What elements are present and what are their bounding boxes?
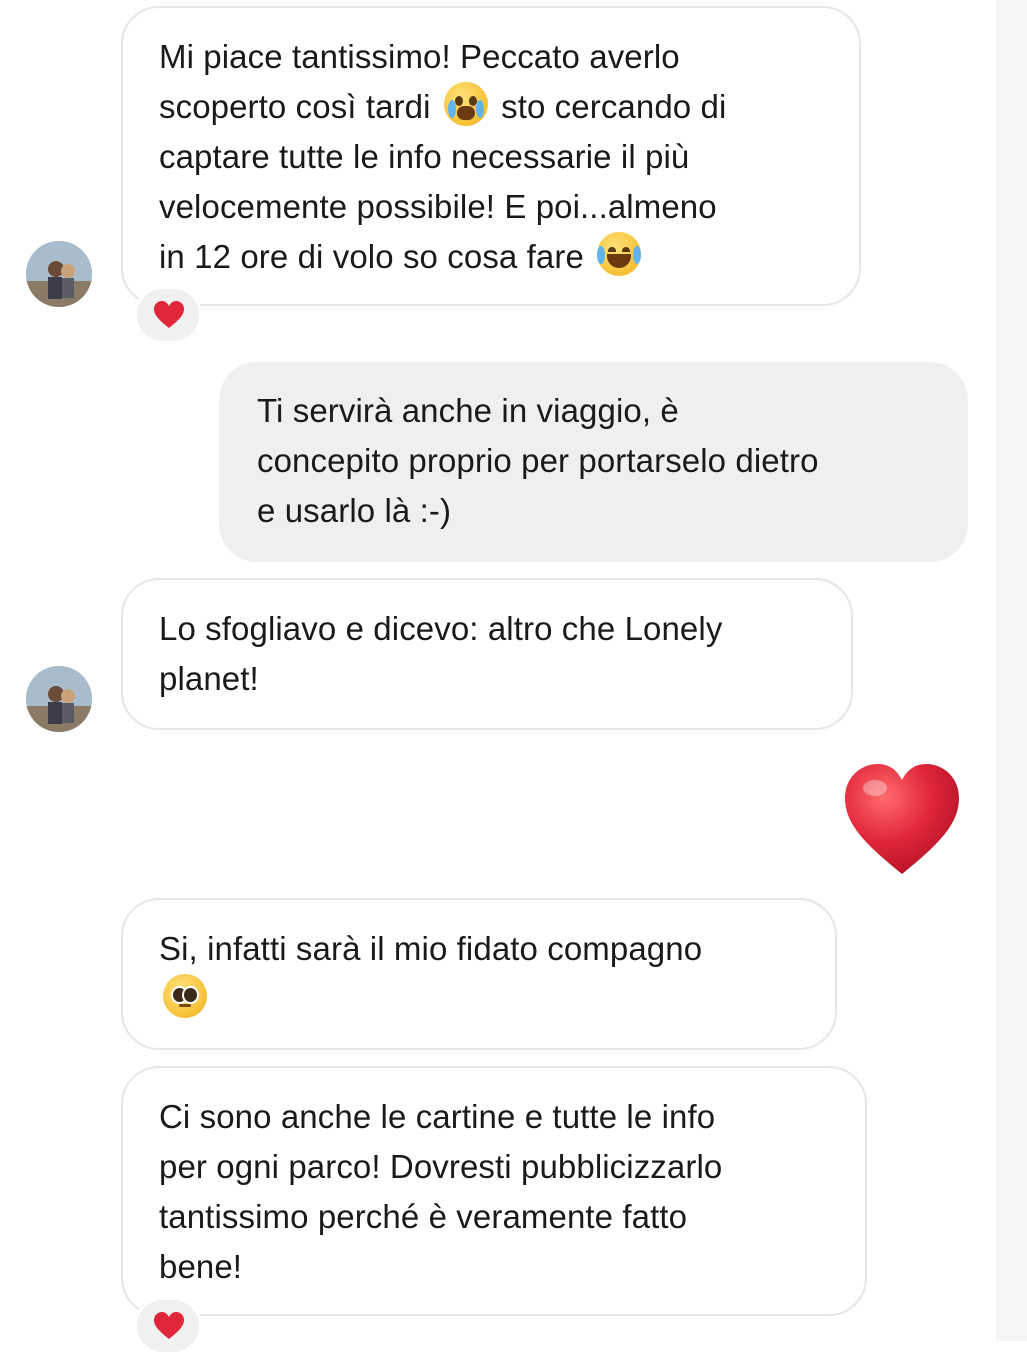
message-bubble-incoming[interactable]: Mi piace tantissimo! Peccato averlo scop…: [121, 6, 861, 306]
message-bubble-incoming[interactable]: Si, infatti sarà il mio fidato compagno: [121, 898, 837, 1050]
loudly-crying-face-icon: [443, 82, 488, 126]
red-heart-icon: [154, 1312, 184, 1339]
message-line: [159, 974, 815, 1024]
message-bubble-incoming[interactable]: Ci sono anche le cartine e tutte le info…: [121, 1066, 867, 1316]
message-bubble-outgoing[interactable]: Ti servirà anche in viaggio, è concepito…: [219, 362, 968, 562]
contact-avatar[interactable]: [26, 666, 92, 732]
message-bubble-incoming[interactable]: Lo sfogliavo e dicevo: altro che Lonely …: [121, 578, 853, 730]
reaction-badge[interactable]: [134, 286, 202, 344]
message-line: tantissimo perché è veramente fatto: [159, 1198, 688, 1235]
message-line: Lo sfogliavo e dicevo: altro che Lonely: [159, 610, 723, 647]
message-line: planet!: [159, 660, 259, 697]
message-line: velocemente possibile! E poi...almeno: [159, 188, 717, 225]
pleading-face-icon: [163, 974, 207, 1018]
reaction-badge[interactable]: [134, 1297, 202, 1355]
message-line: captare tutte le info necessarie il più: [159, 138, 690, 175]
red-heart-icon[interactable]: [843, 762, 961, 876]
message-line: concepito proprio per portarselo dietro: [257, 442, 819, 479]
message-line: Ti servirà anche in viaggio, è: [257, 392, 679, 429]
message-line: in 12 ore di volo so cosa fare: [159, 232, 839, 282]
message-line: Mi piace tantissimo! Peccato averlo: [159, 38, 680, 75]
face-with-tears-of-joy-icon: [597, 232, 642, 276]
message-line: Si, infatti sarà il mio fidato compagno: [159, 930, 703, 967]
scrollbar-track[interactable]: [996, 0, 1027, 1341]
message-line: scoperto così tardi sto cercando di: [159, 82, 839, 132]
message-line: Ci sono anche le cartine e tutte le info: [159, 1098, 716, 1135]
message-line: e usarlo là :-): [257, 492, 452, 529]
red-heart-icon: [154, 301, 184, 328]
message-line: bene!: [159, 1248, 243, 1285]
message-line: per ogni parco! Dovresti pubblicizzarlo: [159, 1148, 723, 1185]
contact-avatar[interactable]: [26, 241, 92, 307]
